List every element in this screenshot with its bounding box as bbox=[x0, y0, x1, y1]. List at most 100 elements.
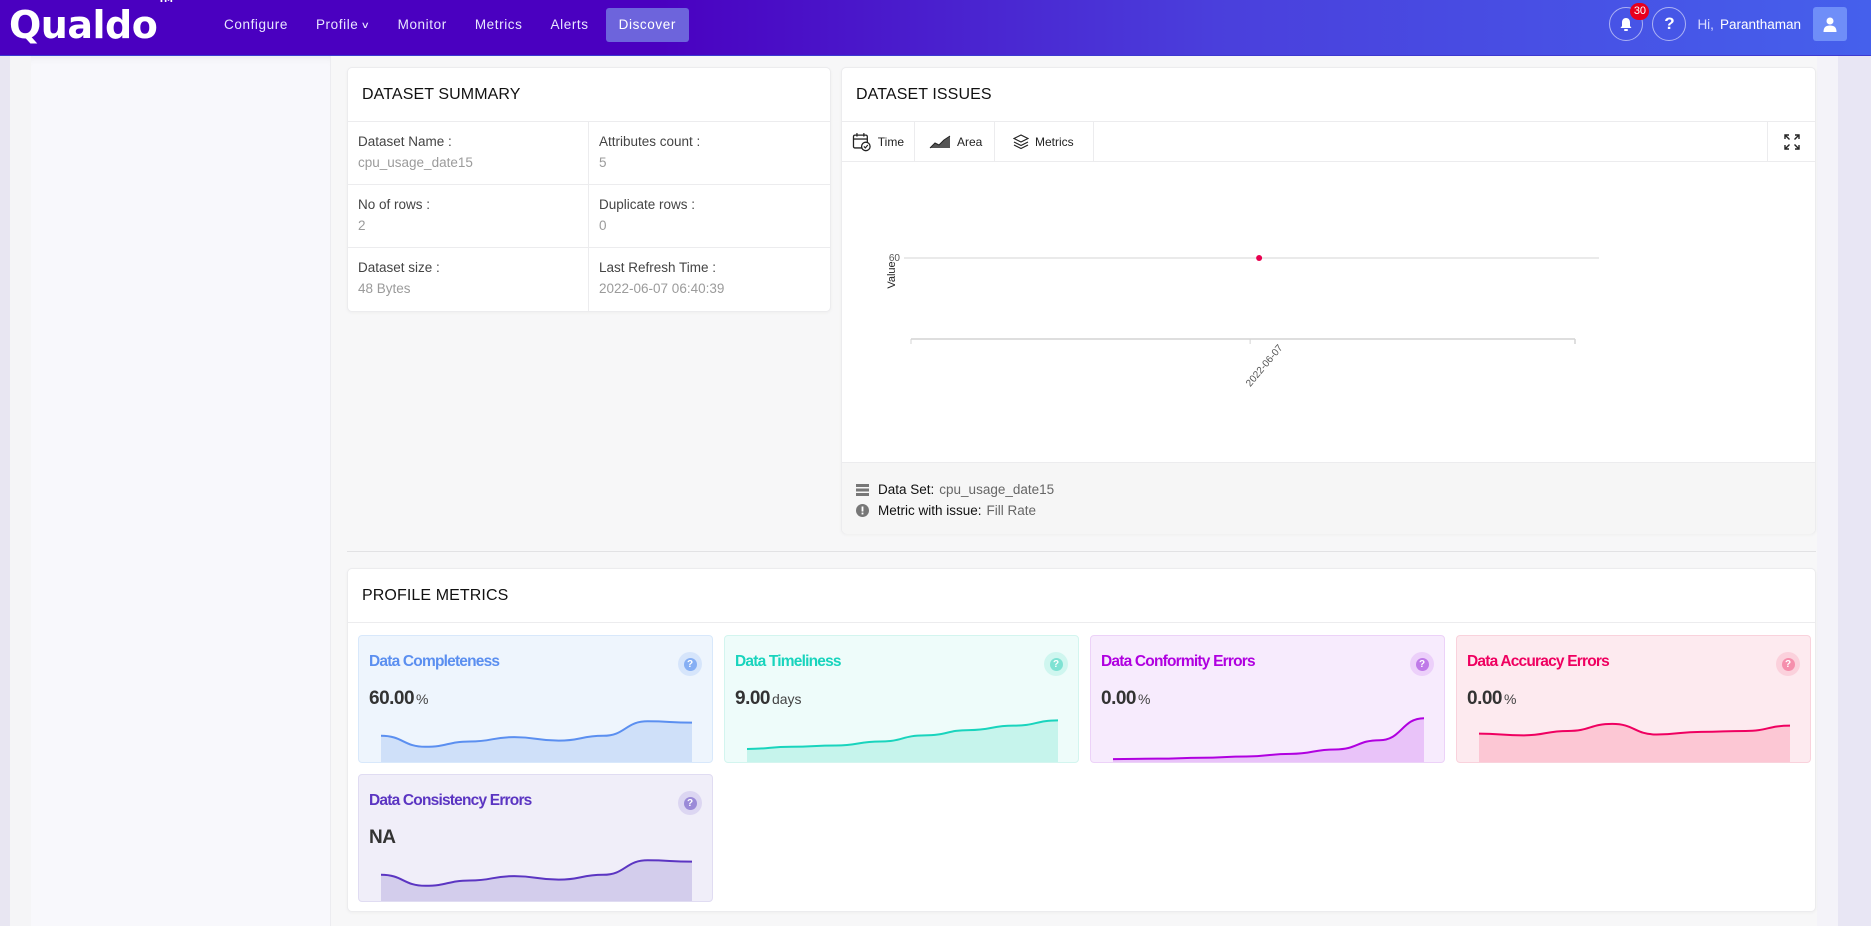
main-nav: Configure Profile ∨ Monitor Metrics Alert… bbox=[213, 8, 695, 42]
nav-label: Alerts bbox=[550, 17, 589, 32]
user-greeting: Hi, Paranthaman bbox=[1697, 17, 1801, 32]
metric-value: 0.00% bbox=[1101, 688, 1150, 710]
nav-metrics[interactable]: Metrics bbox=[464, 8, 534, 42]
profile-metrics-card: PROFILE METRICS Data Completeness ? 60.0… bbox=[347, 568, 1816, 912]
question-icon: ? bbox=[683, 796, 697, 810]
nav-label: Monitor bbox=[397, 17, 447, 32]
summary-field-last-refresh: Last Refresh Time : 2022-06-07 06:40:39 bbox=[589, 248, 831, 311]
metrics-filter-button[interactable]: Metrics bbox=[995, 122, 1094, 162]
field-label: Duplicate rows : bbox=[599, 197, 696, 212]
summary-field-attributes-count: Attributes count : 5 bbox=[589, 122, 831, 185]
metric-value: Fill Rate bbox=[986, 503, 1037, 518]
metric-help-button[interactable]: ? bbox=[1776, 652, 1800, 676]
calendar-check-icon bbox=[852, 133, 871, 152]
tool-label: Metrics bbox=[1035, 135, 1074, 149]
metric-help-button[interactable]: ? bbox=[1044, 652, 1068, 676]
metric-name: Data Accuracy Errors bbox=[1467, 653, 1610, 670]
question-icon: ? bbox=[1415, 657, 1429, 671]
metric-name: Data Conformity Errors bbox=[1101, 653, 1256, 670]
sparkline-area bbox=[381, 860, 692, 901]
field-value: 2 bbox=[358, 218, 366, 233]
metric-value: NA bbox=[369, 827, 397, 849]
nav-right: 30 ? Hi, Paranthaman bbox=[1609, 3, 1847, 41]
profile-metrics-title: PROFILE METRICS bbox=[348, 569, 1815, 623]
metric-unit: days bbox=[771, 691, 802, 707]
field-value: 48 Bytes bbox=[358, 281, 411, 296]
metric-help-button[interactable]: ? bbox=[1410, 652, 1434, 676]
area-filter-button[interactable]: Area bbox=[915, 122, 995, 162]
question-icon: ? bbox=[1664, 14, 1675, 33]
data-point[interactable] bbox=[1256, 255, 1263, 261]
metric-value: 9.00 days bbox=[735, 688, 802, 710]
notifications-button[interactable]: 30 bbox=[1609, 3, 1650, 41]
metric-card-data-accuracy-errors[interactable]: Data Accuracy Errors ? 0.00% bbox=[1456, 635, 1811, 763]
chevron-down-icon: ∨ bbox=[360, 20, 372, 30]
left-gutter bbox=[10, 56, 31, 926]
metric-value: 0.00% bbox=[1467, 688, 1516, 710]
tool-label: Time bbox=[877, 135, 904, 149]
logo-text: Qualdo bbox=[9, 3, 158, 47]
user-name: Paranthaman bbox=[1719, 16, 1801, 32]
field-value: 0 bbox=[599, 218, 607, 233]
section-divider bbox=[347, 551, 1816, 552]
nav-label: Discover bbox=[618, 17, 676, 32]
sparkline bbox=[1478, 722, 1791, 762]
summary-field-dataset-size: Dataset size : 48 Bytes bbox=[348, 248, 589, 311]
sparkline bbox=[746, 719, 1059, 762]
issues-footer: Data Set: cpu_usage_date15 Metric with i… bbox=[842, 462, 1815, 534]
metric-help-button[interactable]: ? bbox=[678, 791, 702, 815]
nav-configure[interactable]: Configure bbox=[213, 8, 299, 42]
nav-profile[interactable]: Profile ∨ bbox=[305, 8, 381, 42]
user-icon bbox=[1823, 17, 1837, 32]
metric-help-button[interactable]: ? bbox=[678, 652, 702, 676]
field-label: Attributes count : bbox=[599, 134, 701, 149]
left-edge bbox=[0, 56, 10, 926]
sparkline bbox=[380, 859, 693, 901]
notification-count-badge: 30 bbox=[1630, 3, 1650, 20]
greeting-text: Hi, bbox=[1697, 16, 1714, 32]
metric-card-data-conformity-errors[interactable]: Data Conformity Errors ? 0.00% bbox=[1090, 635, 1445, 763]
nav-discover[interactable]: Discover bbox=[605, 8, 689, 42]
metric-card-data-timeliness[interactable]: Data Timeliness ? 9.00 days bbox=[724, 635, 1079, 763]
metric-label: Metric with issue: bbox=[878, 503, 982, 518]
user-avatar-button[interactable] bbox=[1813, 7, 1847, 41]
metric-name: Data Timeliness bbox=[735, 653, 842, 670]
help-button[interactable]: ? bbox=[1652, 7, 1687, 41]
question-icon: ? bbox=[1781, 657, 1795, 671]
dataset-summary-card: DATASET SUMMARY Dataset Name : cpu_usage_… bbox=[347, 67, 831, 312]
right-gutter bbox=[1817, 56, 1838, 926]
y-axis-label: Value bbox=[886, 261, 898, 288]
expand-icon bbox=[1783, 134, 1800, 150]
field-label: Dataset size : bbox=[358, 260, 440, 275]
layers-icon bbox=[1013, 134, 1029, 150]
metric-unit: % bbox=[416, 691, 429, 707]
tool-label: Area bbox=[957, 135, 983, 149]
database-icon bbox=[856, 483, 869, 496]
metric-number: NA bbox=[369, 827, 396, 848]
metric-card-data-consistency-errors[interactable]: Data Consistency Errors ? NA bbox=[358, 774, 713, 902]
field-label: No of rows : bbox=[358, 197, 431, 212]
metric-issue-row: Metric with issue: Fill Rate bbox=[856, 500, 1801, 521]
metric-number: 60.00 bbox=[369, 688, 415, 709]
metric-card-data-completeness[interactable]: Data Completeness ? 60.00% bbox=[358, 635, 713, 763]
qualdo-logo[interactable]: QualdoTM bbox=[9, 0, 173, 47]
summary-field-rows: No of rows : 2 bbox=[348, 185, 589, 248]
scrollbar-track[interactable] bbox=[1838, 56, 1871, 926]
nav-label: Configure bbox=[224, 17, 288, 32]
nav-monitor[interactable]: Monitor bbox=[387, 8, 458, 42]
nav-alerts[interactable]: Alerts bbox=[540, 8, 600, 42]
area-chart-icon bbox=[929, 135, 951, 149]
field-label: Last Refresh Time : bbox=[599, 260, 717, 275]
bell-icon bbox=[1620, 17, 1632, 31]
time-filter-button[interactable]: Time bbox=[842, 122, 915, 162]
expand-chart-button[interactable] bbox=[1767, 122, 1815, 162]
issues-chart-svg: 60 Value 2022-06-07 bbox=[886, 253, 1599, 389]
sparkline-area bbox=[381, 721, 692, 762]
metric-unit: % bbox=[1137, 691, 1151, 707]
field-label: Dataset Name : bbox=[358, 134, 452, 149]
nav-label: Metrics bbox=[474, 17, 523, 32]
metric-unit: % bbox=[1503, 691, 1517, 707]
dataset-issues-title: DATASET ISSUES bbox=[842, 68, 1815, 122]
metric-name: Data Completeness bbox=[369, 653, 500, 670]
metric-value: 60.00% bbox=[369, 688, 429, 710]
